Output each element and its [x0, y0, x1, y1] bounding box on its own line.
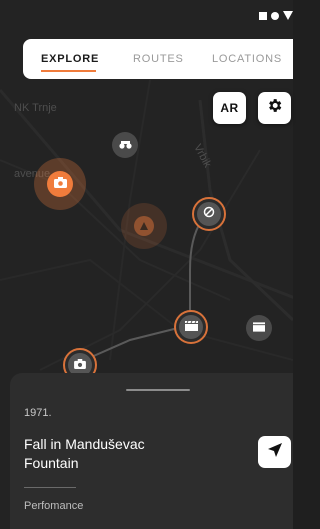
- stop-icon: [259, 11, 267, 20]
- marker-core: [47, 171, 73, 197]
- route-icon: [203, 205, 215, 223]
- film-icon: [253, 319, 265, 337]
- tab-bar: EXPLORE ROUTES LOCATIONS: [23, 39, 293, 79]
- divider: [24, 487, 76, 488]
- tab-explore[interactable]: EXPLORE: [41, 53, 99, 65]
- map-marker-film[interactable]: [246, 315, 272, 341]
- camera-icon: [53, 175, 67, 193]
- info-icon: [140, 217, 148, 235]
- status-bar: [0, 0, 293, 34]
- tab-locations[interactable]: LOCATIONS: [212, 53, 282, 65]
- location-category: Perfomance: [24, 500, 84, 512]
- map-marker-faded[interactable]: [121, 203, 167, 249]
- map-marker-film-route[interactable]: [174, 310, 208, 344]
- marker-core: [179, 315, 203, 339]
- marker-core: [197, 202, 221, 226]
- marker-core: [134, 216, 154, 236]
- map-marker-camera-selected[interactable]: [34, 158, 86, 210]
- settings-button[interactable]: [258, 92, 291, 124]
- ar-button[interactable]: AR: [213, 92, 246, 124]
- gear-icon: [266, 97, 283, 119]
- navigate-button[interactable]: [258, 436, 291, 468]
- ar-button-label: AR: [220, 101, 239, 115]
- film-icon: [184, 318, 198, 336]
- record-icon: [271, 11, 279, 20]
- binoculars-icon: [118, 136, 132, 154]
- navigation-arrow-icon: [267, 442, 283, 463]
- location-year: 1971.: [24, 407, 52, 419]
- status-icons: [259, 11, 293, 20]
- location-title: Fall in Manduševac Fountain: [24, 436, 145, 471]
- location-detail-sheet[interactable]: 1971. Fall in Manduševac Fountain Perfom…: [10, 373, 293, 529]
- tab-active-indicator: [41, 70, 96, 72]
- signal-icon: [283, 11, 293, 20]
- sheet-drag-handle[interactable]: [126, 389, 190, 391]
- camera-icon: [74, 356, 86, 374]
- map-marker-binoculars[interactable]: [112, 132, 138, 158]
- map-marker-route-stop[interactable]: [192, 197, 226, 231]
- map-label: NK Trnje: [14, 102, 57, 114]
- tab-routes[interactable]: ROUTES: [133, 53, 184, 65]
